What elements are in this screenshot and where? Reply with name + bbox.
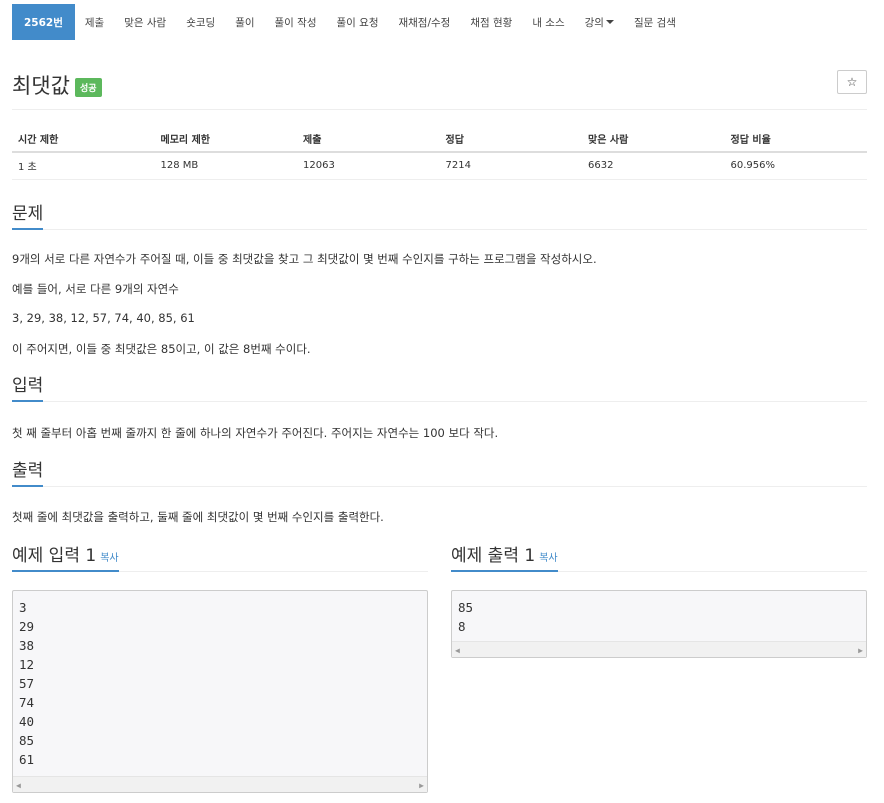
header-time-limit: 시간 제한	[12, 126, 155, 153]
sample-output-line: 85	[458, 600, 474, 615]
sample-output-header: 예제 출력 1 복사	[451, 544, 867, 572]
sample-output-box[interactable]: 85 8 ◀ ▶	[451, 590, 867, 658]
sample-input-line: 29	[19, 619, 35, 634]
star-button[interactable]: ☆	[837, 70, 867, 94]
problem-info-table: 시간 제한 메모리 제한 제출 정답 맞은 사람 정답 비율 1 초 128 M…	[12, 126, 867, 180]
cell-accepted-users: 6632	[582, 152, 725, 180]
scroll-right-icon[interactable]: ▶	[858, 646, 863, 655]
sample-input-line: 74	[19, 695, 35, 710]
nav-request-solution[interactable]: 풀이 요청	[327, 4, 389, 40]
cell-memory-limit: 128 MB	[154, 152, 297, 180]
sample-output-heading: 예제 출력 1 복사	[451, 541, 558, 572]
sample-input-title: 예제 입력 1	[12, 546, 97, 566]
divider	[12, 109, 867, 110]
sample-input-header: 예제 입력 1 복사	[12, 544, 428, 572]
sample-input-line: 38	[19, 638, 35, 653]
header-accepted: 정답	[439, 126, 582, 153]
cell-accepted: 7214	[439, 152, 582, 180]
scroll-right-icon[interactable]: ▶	[419, 781, 424, 790]
nav-status[interactable]: 채점 현황	[460, 4, 522, 40]
header-ratio: 정답 비율	[724, 126, 867, 153]
copy-sample-input-link[interactable]: 복사	[100, 553, 118, 564]
nav-question-search[interactable]: 질문 검색	[624, 4, 686, 40]
nav-problem-number[interactable]: 2562번	[12, 4, 75, 40]
nav-accepted-users[interactable]: 맞은 사람	[114, 4, 176, 40]
star-icon: ☆	[846, 75, 858, 89]
problem-heading: 문제	[12, 199, 44, 230]
nav-my-source[interactable]: 내 소스	[522, 4, 574, 40]
nav-submit[interactable]: 제출	[75, 4, 114, 40]
sample-input-box[interactable]: 3 29 38 12 57 74 40 85 61 ◀ ▶	[12, 590, 428, 793]
sample-input-heading: 예제 입력 1 복사	[12, 541, 119, 572]
cell-submissions: 12063	[297, 152, 440, 180]
horizontal-scrollbar[interactable]: ◀ ▶	[13, 776, 427, 792]
output-description: 첫째 줄에 최댓값을 출력하고, 둘째 줄에 최댓값이 몇 번째 수인지를 출력…	[12, 510, 384, 524]
nav-rejudge[interactable]: 재채점/수정	[388, 4, 460, 40]
nav-lecture-dropdown[interactable]: 강의	[575, 4, 624, 40]
scroll-left-icon[interactable]: ◀	[455, 646, 460, 655]
header-accepted-users: 맞은 사람	[582, 126, 725, 153]
cell-ratio: 60.956%	[724, 152, 867, 180]
output-heading: 출력	[12, 456, 44, 487]
horizontal-scrollbar[interactable]: ◀ ▶	[452, 641, 866, 657]
problem-nav: 2562번 제출 맞은 사람 숏코딩 풀이 풀이 작성 풀이 요청 재채점/수정…	[12, 4, 686, 40]
input-heading: 입력	[12, 371, 44, 402]
problem-paragraph: 3, 29, 38, 12, 57, 74, 40, 85, 61	[12, 311, 195, 325]
sample-input-line: 3	[19, 600, 27, 615]
input-section-header: 입력	[12, 374, 867, 402]
sample-output-title: 예제 출력 1	[451, 546, 536, 566]
header-submissions: 제출	[297, 126, 440, 153]
copy-sample-output-link[interactable]: 복사	[539, 553, 557, 564]
caret-down-icon	[605, 20, 614, 24]
problem-paragraph: 이 주어지면, 이들 중 최댓값은 85이고, 이 값은 8번째 수이다.	[12, 342, 311, 356]
title-row: 최댓값 성공 ☆	[12, 70, 867, 100]
status-badge: 성공	[75, 78, 102, 97]
cell-time-limit: 1 초	[12, 152, 155, 180]
nav-write-solution[interactable]: 풀이 작성	[265, 4, 327, 40]
scroll-left-icon[interactable]: ◀	[16, 781, 21, 790]
nav-short-coding[interactable]: 숏코딩	[176, 4, 225, 40]
sample-input-line: 40	[19, 714, 35, 729]
sample-input-line: 85	[19, 733, 35, 748]
sample-input-line: 12	[19, 657, 35, 672]
input-description: 첫 째 줄부터 아홉 번째 줄까지 한 줄에 하나의 자연수가 주어진다. 주어…	[12, 426, 499, 440]
sample-input-line: 57	[19, 676, 35, 691]
nav-lecture-label: 강의	[584, 16, 604, 29]
problem-paragraph: 9개의 서로 다른 자연수가 주어질 때, 이들 중 최댓값을 찾고 그 최댓값…	[12, 252, 597, 266]
table-header-row: 시간 제한 메모리 제한 제출 정답 맞은 사람 정답 비율	[12, 126, 867, 153]
nav-solutions[interactable]: 풀이	[225, 4, 264, 40]
problem-paragraph: 예를 들어, 서로 다른 9개의 자연수	[12, 282, 179, 296]
page-title: 최댓값	[12, 74, 70, 98]
problem-section-header: 문제	[12, 202, 867, 230]
header-memory-limit: 메모리 제한	[154, 126, 297, 153]
sample-input-line: 61	[19, 752, 35, 767]
output-section-header: 출력	[12, 459, 867, 487]
table-row: 1 초 128 MB 12063 7214 6632 60.956%	[12, 152, 867, 180]
sample-output-line: 8	[458, 619, 466, 634]
